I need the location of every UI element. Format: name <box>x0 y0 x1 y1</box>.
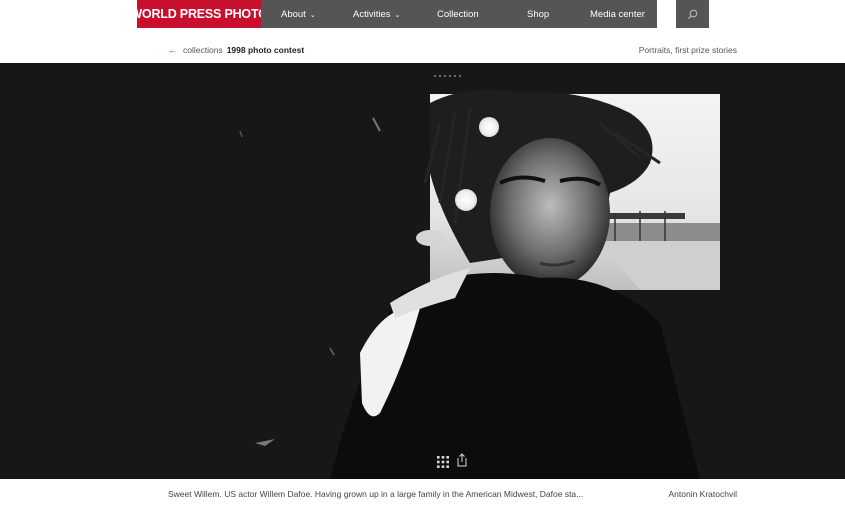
slide-dot[interactable] <box>439 75 441 77</box>
nav-collection-label: Collection <box>437 8 479 20</box>
caption-bar: Sweet Willem. US actor Willem Dafoe. Hav… <box>0 479 845 518</box>
search-icon <box>687 9 698 19</box>
slide-dot[interactable] <box>459 75 461 77</box>
chevron-down-icon: ⌄ <box>394 11 401 19</box>
nav-about-label: About <box>281 8 306 20</box>
breadcrumb-collections-link[interactable]: collections <box>183 45 223 55</box>
photographer-name[interactable]: Antonin Kratochvil <box>668 489 737 499</box>
photo-caption[interactable]: Sweet Willem. US actor Willem Dafoe. Hav… <box>168 489 583 499</box>
nav-activities-label: Activities <box>353 8 391 20</box>
nav-collection[interactable]: Collection <box>437 0 479 28</box>
world-press-photo-logo[interactable]: WORLD PRESS PHOTO <box>130 0 268 28</box>
grid-icon[interactable] <box>437 456 449 468</box>
main-nav: About ⌄ Activities ⌄ Collection Shop Media… <box>261 0 657 28</box>
top-navigation: WORLD PRESS PHOTO About ⌄ Activities ⌄ Col… <box>0 0 845 28</box>
breadcrumb-contest-link[interactable]: 1998 photo contest <box>227 45 304 55</box>
nav-media-center[interactable]: Media center <box>590 0 645 28</box>
nav-about[interactable]: About ⌄ <box>281 0 316 28</box>
nav-media-center-label: Media center <box>590 8 645 20</box>
portrait-photo <box>239 89 720 479</box>
slide-dot[interactable] <box>434 75 436 77</box>
arrow-left-icon[interactable]: ← <box>168 45 177 55</box>
nav-activities[interactable]: Activities ⌄ <box>353 0 400 28</box>
slide-dot[interactable] <box>454 75 456 77</box>
slide-dot[interactable] <box>444 75 446 77</box>
breadcrumb: ← collections 1998 photo contest Portrai… <box>0 40 845 60</box>
chevron-down-icon: ⌄ <box>309 11 316 19</box>
slide-dot[interactable] <box>449 75 451 77</box>
slide-indicator <box>434 75 461 77</box>
share-icon[interactable] <box>456 453 468 467</box>
search-button[interactable] <box>676 0 709 28</box>
breadcrumb-category[interactable]: Portraits, first prize stories <box>639 45 737 55</box>
nav-shop-label: Shop <box>527 8 550 20</box>
nav-shop[interactable]: Shop <box>527 0 549 28</box>
photo-viewer[interactable] <box>0 63 845 479</box>
